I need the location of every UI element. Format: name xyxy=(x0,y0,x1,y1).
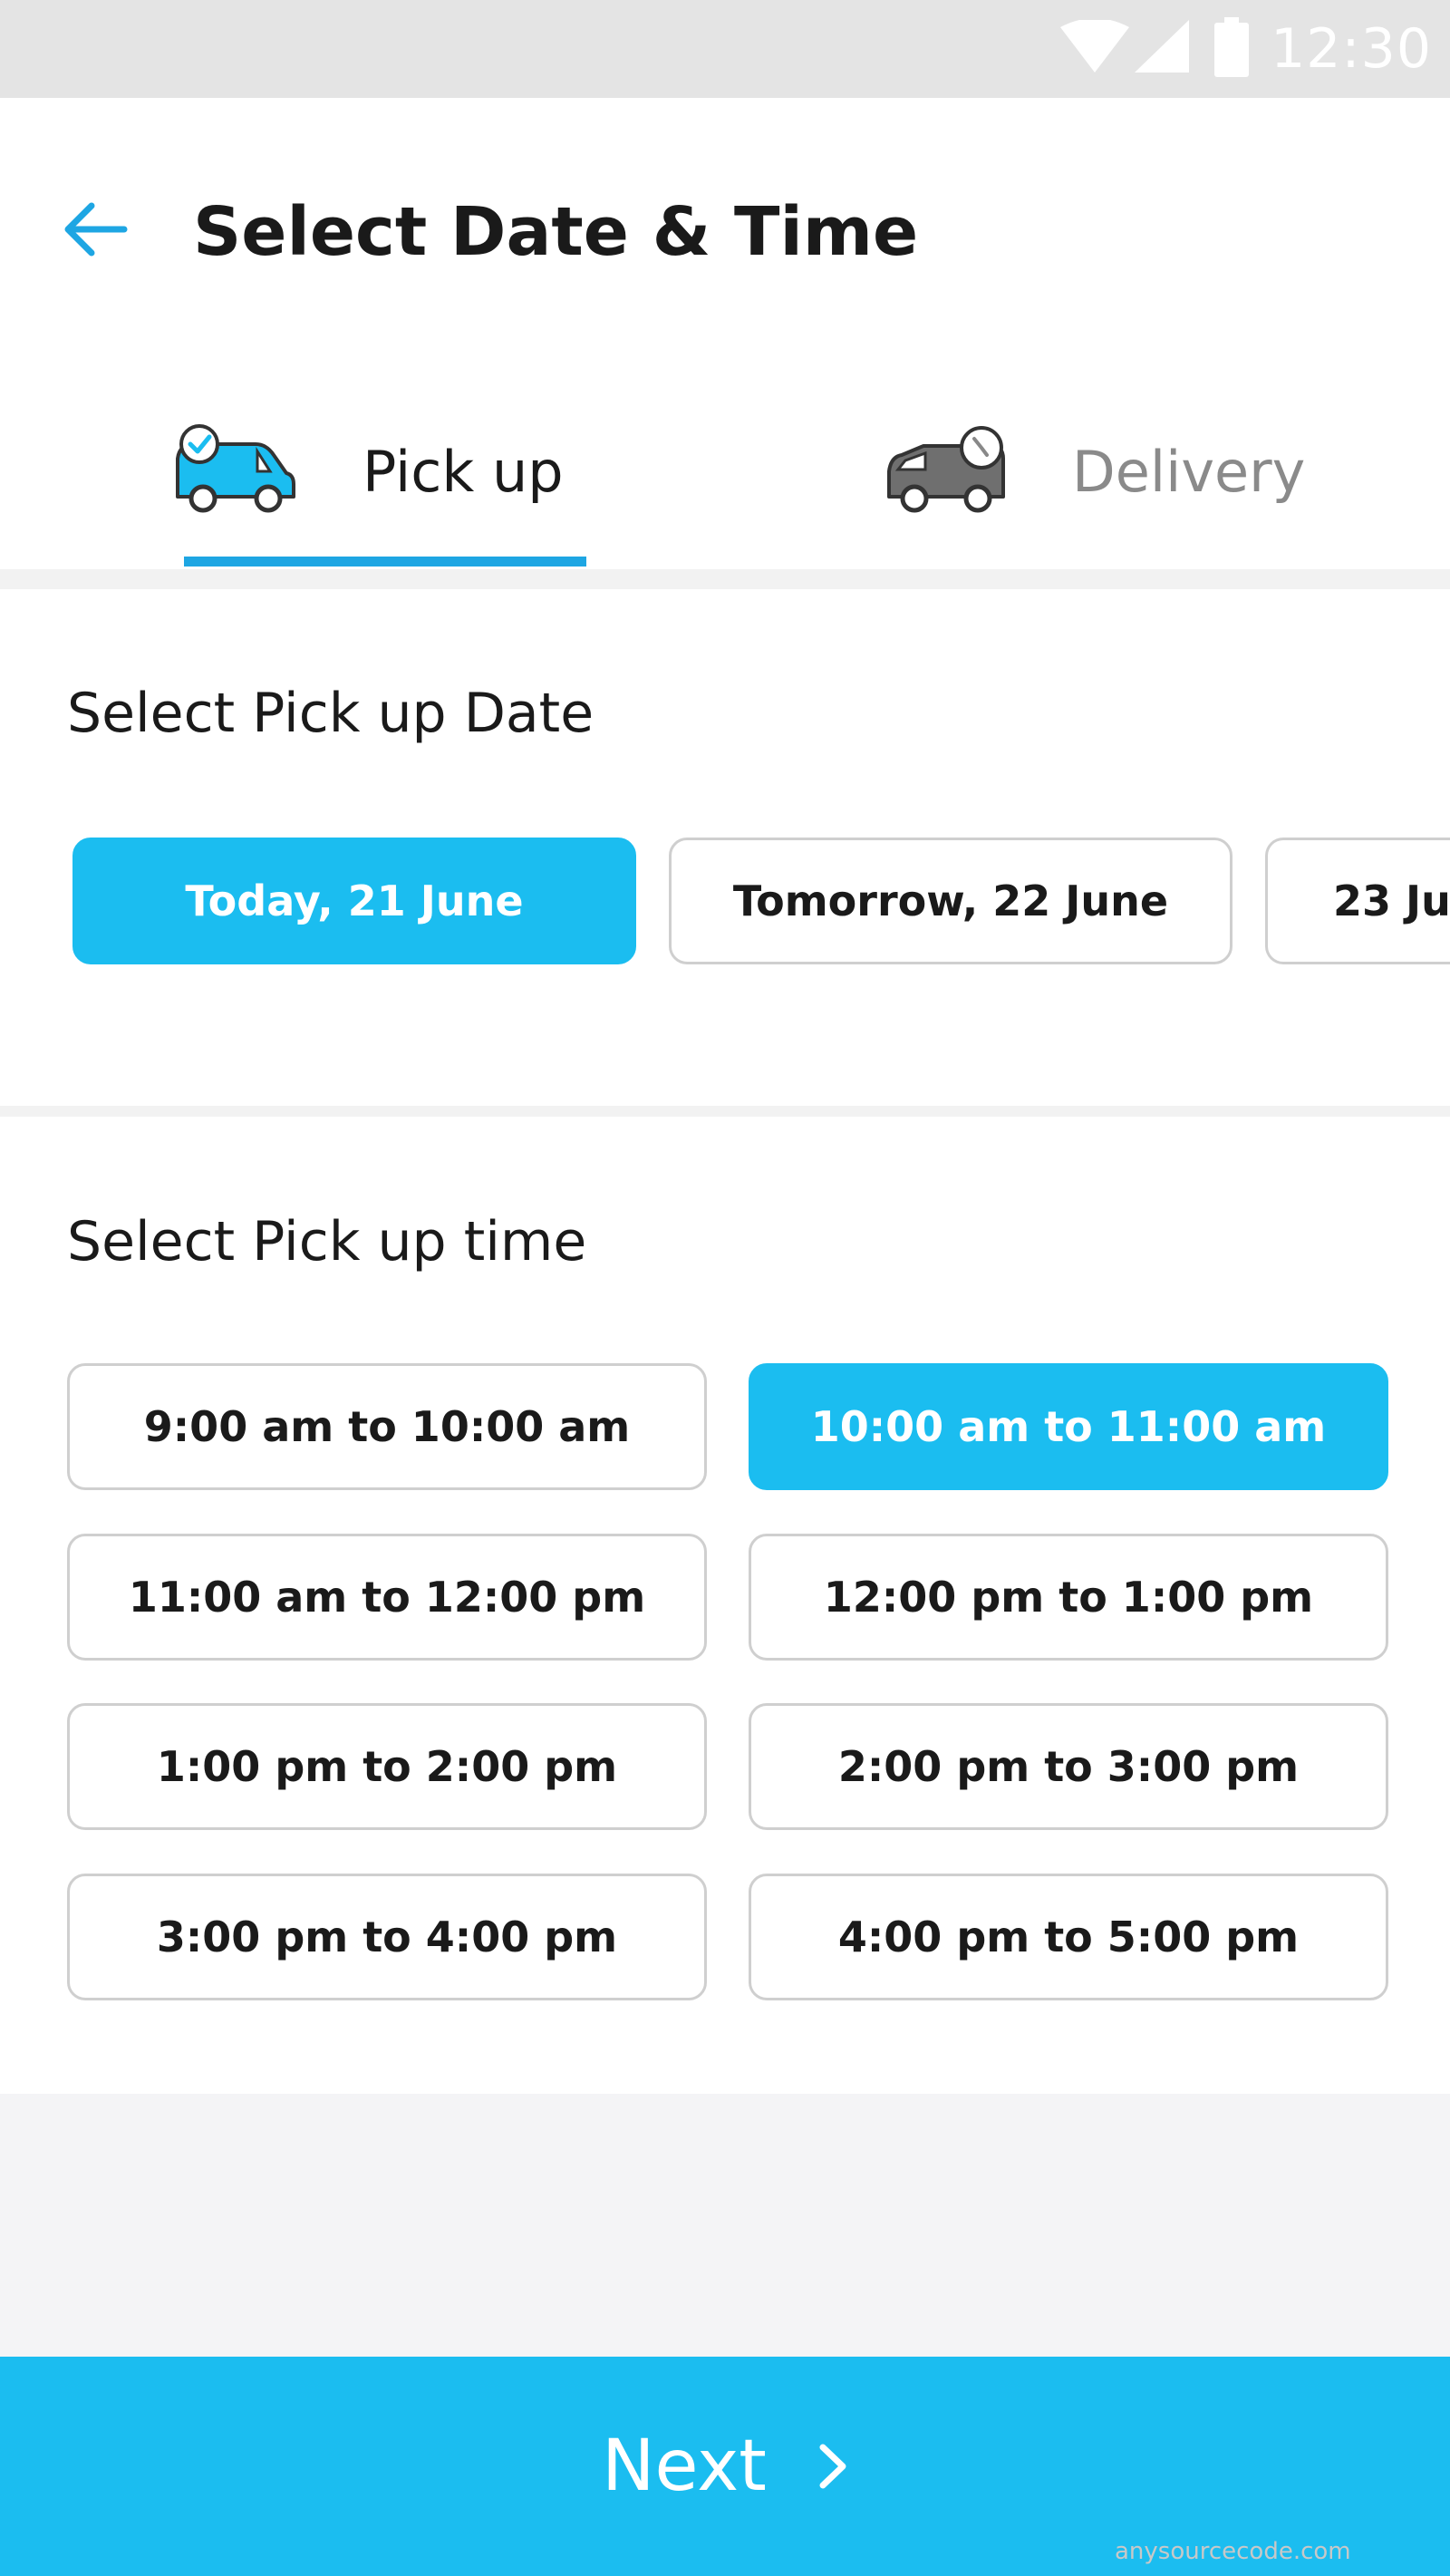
time-slot[interactable]: 11:00 am to 12:00 pm xyxy=(67,1534,707,1661)
divider xyxy=(0,1106,1450,1117)
van-clock-icon xyxy=(884,424,1009,518)
time-slot[interactable]: 12:00 pm to 1:00 pm xyxy=(749,1534,1388,1661)
chevron-right-icon xyxy=(817,2442,848,2491)
signal-icon xyxy=(1135,20,1190,78)
time-slot[interactable]: 2:00 pm to 3:00 pm xyxy=(749,1703,1388,1830)
back-button[interactable] xyxy=(54,186,136,276)
wifi-icon xyxy=(1060,18,1130,78)
date-chip-23-june[interactable]: 23 Ju xyxy=(1265,838,1450,964)
status-icons: 12:30 xyxy=(1060,0,1432,98)
date-chip-tomorrow[interactable]: Tomorrow, 22 June xyxy=(669,838,1232,964)
divider xyxy=(0,569,1450,589)
van-check-icon xyxy=(172,424,297,518)
time-slot[interactable]: 1:00 pm to 2:00 pm xyxy=(67,1703,707,1830)
arrow-left-icon xyxy=(63,200,128,262)
tab-active-indicator xyxy=(184,557,586,567)
tab-delivery[interactable]: Delivery xyxy=(884,381,1337,562)
tab-pickup[interactable]: Pick up xyxy=(172,381,589,562)
time-section-title: Select Pick up time xyxy=(67,1210,587,1273)
tab-delivery-label: Delivery xyxy=(1072,438,1306,505)
battery-icon xyxy=(1214,17,1250,81)
time-slot-selected[interactable]: 10:00 am to 11:00 am xyxy=(749,1363,1388,1490)
status-bar: 12:30 xyxy=(0,0,1450,98)
tab-pickup-label: Pick up xyxy=(362,438,564,505)
page-title: Select Date & Time xyxy=(193,193,919,271)
status-time: 12:30 xyxy=(1271,17,1432,81)
date-section-title: Select Pick up Date xyxy=(67,682,594,745)
time-slot[interactable]: 4:00 pm to 5:00 pm xyxy=(749,1874,1388,2000)
date-chip-today[interactable]: Today, 21 June xyxy=(72,838,636,964)
time-slot[interactable]: 3:00 pm to 4:00 pm xyxy=(67,1874,707,2000)
watermark-text: anysourcecode.com xyxy=(1115,2538,1351,2565)
time-slot[interactable]: 9:00 am to 10:00 am xyxy=(67,1363,707,1490)
next-button-label: Next xyxy=(602,2426,767,2507)
footer-spacer xyxy=(0,2094,1450,2357)
